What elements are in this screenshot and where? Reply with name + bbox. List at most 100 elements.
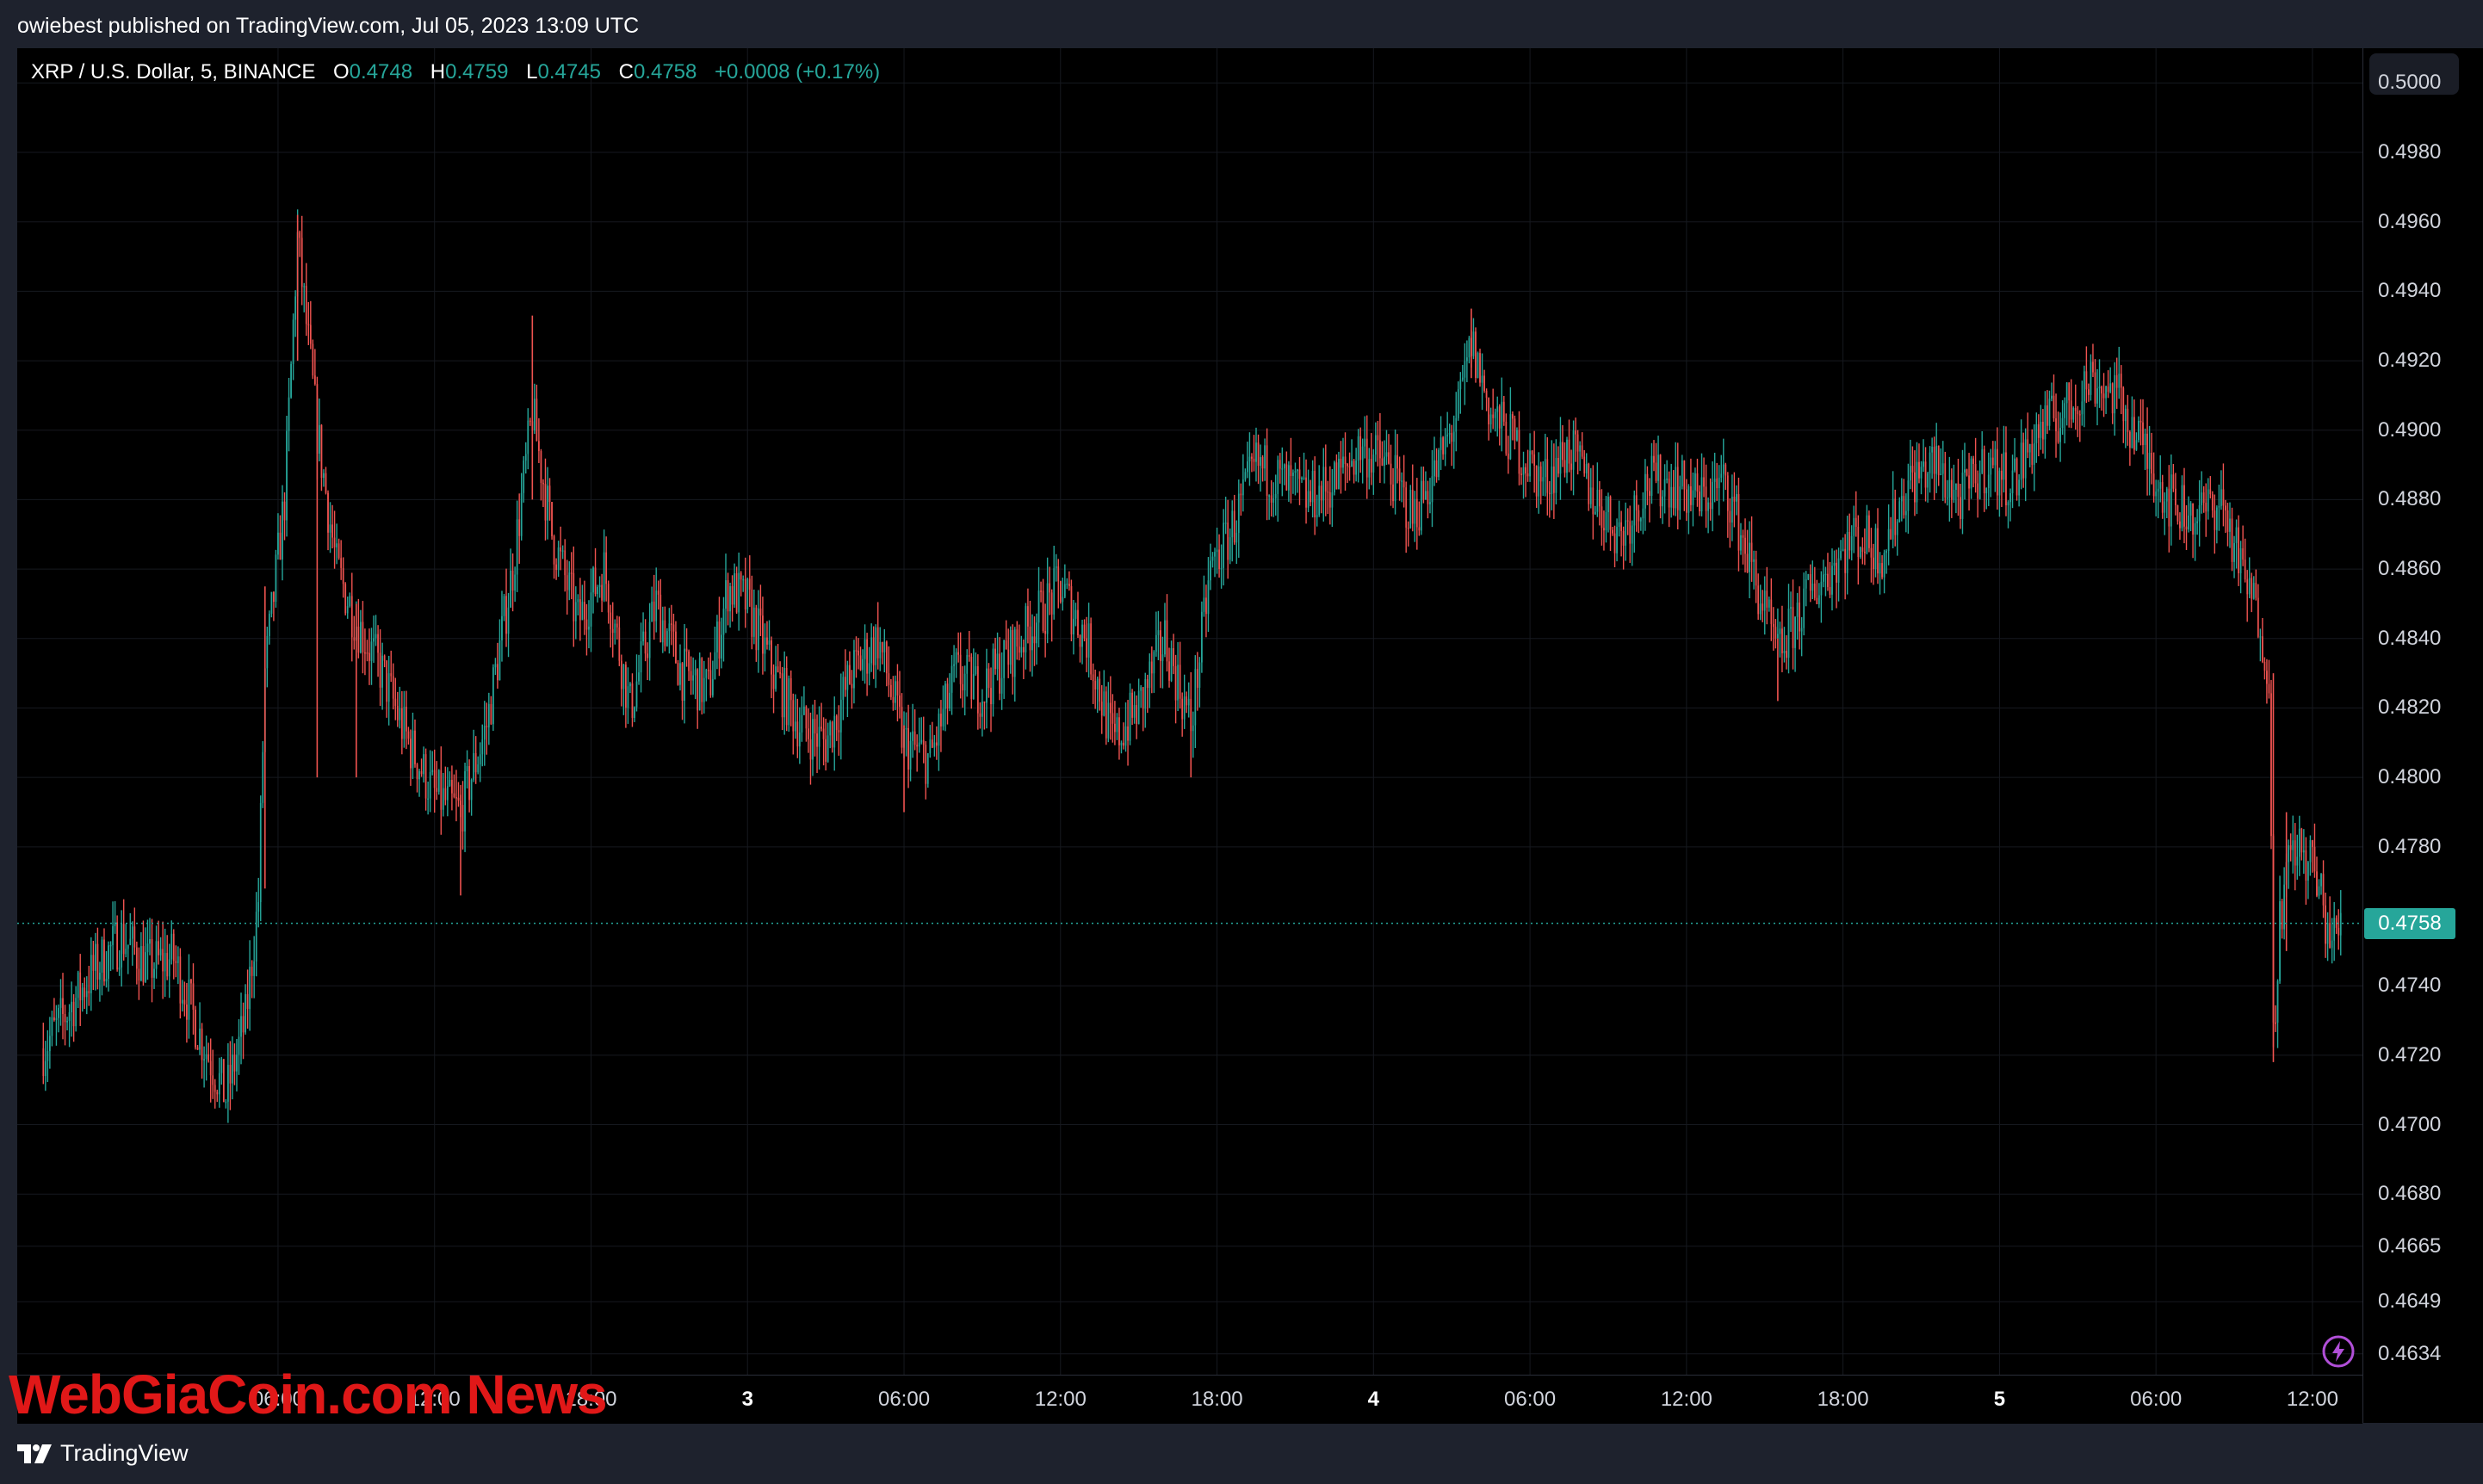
candle-body (1062, 597, 1064, 603)
candle-body (579, 599, 581, 621)
candle-body (895, 681, 896, 703)
candle-body (1531, 450, 1533, 454)
candle-body (1946, 497, 1948, 499)
candle-body (2138, 420, 2139, 441)
candle-body (1086, 638, 1087, 658)
candle-body (742, 578, 745, 581)
candle-body (1744, 537, 1746, 554)
candle-body (444, 788, 447, 801)
candle-body (2289, 844, 2292, 850)
candle-body (1618, 522, 1620, 528)
low-label: L (526, 60, 538, 83)
footer-bar: TradingView (0, 1423, 2483, 1484)
candle-body (2065, 382, 2068, 404)
candle-body (477, 764, 480, 773)
candle-body (838, 730, 840, 733)
candle-body (329, 524, 331, 533)
candle-body (121, 924, 123, 968)
candle-body (638, 672, 640, 682)
candlestick-chart[interactable] (17, 48, 2362, 1423)
time-tick-label: 18:00 (1817, 1388, 1869, 1411)
candle-body (725, 580, 727, 609)
candle-body (827, 735, 829, 762)
chart-pane[interactable] (17, 48, 2362, 1423)
candle-body (2101, 386, 2102, 394)
candle-body (2051, 395, 2053, 399)
candle-body (1223, 522, 1225, 568)
candle-body (1526, 473, 1529, 477)
candle-body (331, 524, 333, 538)
candle-body (1301, 478, 1303, 479)
candle-body (2229, 518, 2231, 532)
candle-body (1799, 603, 1801, 632)
tradingview-brand: TradingView (60, 1440, 189, 1466)
candle-body (1344, 456, 1347, 465)
candle-body (721, 634, 722, 659)
candle-body (1077, 609, 1079, 636)
candle-body (474, 752, 477, 773)
candle-body (916, 745, 919, 747)
candle-body (164, 953, 166, 972)
candle-body (92, 955, 95, 971)
candle-body (972, 674, 975, 700)
candle-body (1581, 445, 1583, 457)
candle-body (362, 621, 364, 652)
candle-body (568, 572, 571, 591)
candle-body (2220, 489, 2222, 506)
candle-body (1427, 491, 1429, 504)
candle-body (2281, 901, 2283, 930)
candle-body (714, 652, 716, 679)
candle-body (1401, 480, 1403, 482)
candle-body (2194, 522, 2196, 535)
candle-body (1755, 559, 1757, 586)
candle-body (1563, 460, 1566, 473)
candle-body (2139, 420, 2142, 423)
candle-body (1007, 649, 1010, 665)
candle-body (996, 653, 999, 670)
price-scale[interactable] (2362, 48, 2483, 1423)
candle-body (1431, 476, 1433, 503)
candle-body (1742, 535, 1744, 538)
candle-body (2083, 371, 2085, 402)
candle-body (2159, 482, 2162, 489)
candle-body (1649, 491, 1650, 497)
candle-body (1210, 560, 1211, 581)
candle-body (1879, 563, 1881, 574)
candle-body (1092, 674, 1094, 682)
candle-body (1781, 628, 1783, 653)
close-label: C (618, 60, 634, 83)
candle-body (698, 658, 701, 711)
candle-body (1155, 634, 1157, 652)
candle-body (1572, 430, 1575, 470)
candle-body (58, 1007, 59, 1018)
candle-body (1588, 463, 1590, 504)
candle-body (1381, 458, 1384, 466)
candle-body (1566, 439, 1568, 473)
candle-body (1496, 406, 1499, 412)
candle-body (251, 967, 253, 976)
candle-body (664, 620, 666, 646)
candle-body (564, 550, 567, 576)
candle-body (1941, 463, 1944, 474)
candle-body (1342, 456, 1344, 468)
candle-body (305, 286, 307, 325)
candle-body (2022, 442, 2025, 479)
candle-body (792, 700, 795, 732)
candle-body (155, 941, 158, 969)
candle-body (992, 648, 994, 705)
candle-body (762, 615, 764, 654)
candle-body (1970, 458, 1972, 489)
candle-body (2001, 470, 2003, 480)
candle-body (1305, 477, 1307, 508)
candle-body (1179, 665, 1181, 699)
lightning-icon[interactable] (2321, 1334, 2356, 1369)
candle-body (1277, 460, 1279, 494)
candle-body (1907, 480, 1910, 511)
candle-body (1372, 454, 1375, 473)
candle-body (412, 730, 414, 769)
tradingview-logo[interactable]: TradingView (17, 1440, 189, 1467)
candle-body (183, 999, 186, 1005)
candle-body (2325, 905, 2326, 944)
candle-body (1314, 471, 1316, 518)
candle-body (1333, 462, 1335, 492)
